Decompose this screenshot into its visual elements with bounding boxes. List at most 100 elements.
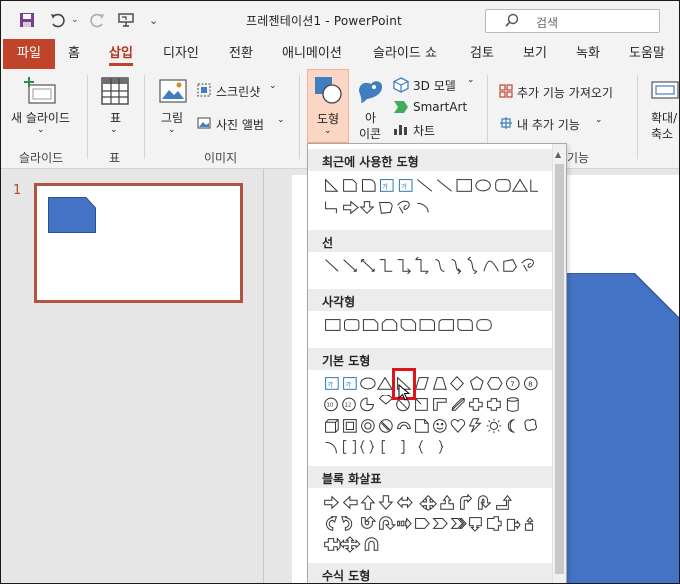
3d-model-icon[interactable]	[393, 77, 409, 96]
chevron-down-icon[interactable]: ⌄	[168, 125, 176, 135]
photo-album-icon[interactable]	[197, 116, 211, 133]
tab-help[interactable]: 도움말	[629, 39, 665, 69]
group-label-images: 이미지	[204, 151, 238, 165]
svg-text:10: 10	[327, 403, 334, 409]
zoom-label-line2[interactable]: 축소	[651, 125, 673, 142]
cursor-icon	[398, 384, 411, 401]
tab-insert[interactable]: 삽입	[109, 39, 133, 69]
chevron-down-icon[interactable]: ⌄	[595, 115, 603, 125]
tab-home[interactable]: 홈	[68, 39, 80, 69]
new-slide-button[interactable]: 새 슬라이드	[11, 109, 70, 126]
chevron-down-icon[interactable]: ⌄	[269, 81, 277, 91]
window-title: 프레젠테이션1 - PowerPoint	[246, 14, 402, 28]
search-box[interactable]: 검색	[485, 9, 660, 33]
shapes-gallery: 최근에 사용한 도형 가 가 선 사각형 기본 도형 가 가 7 8 10 12…	[307, 143, 567, 583]
chevron-down-icon[interactable]: ⌄	[277, 115, 285, 125]
ribbon-tabs: 파일 홈 삽입 디자인 전환 애니메이션 슬라이드 쇼 검토 보기 녹화 도움말	[1, 39, 679, 69]
tab-animations[interactable]: 애니메이션	[282, 39, 342, 69]
shape-row-lines[interactable]	[310, 256, 550, 274]
tab-review[interactable]: 검토	[470, 39, 494, 69]
undo-icon[interactable]	[49, 11, 67, 29]
category-label: 사각형	[322, 295, 356, 309]
category-label: 최근에 사용한 도형	[322, 155, 419, 169]
chevron-down-icon[interactable]: ⌄	[37, 125, 45, 135]
svg-text:가: 가	[382, 182, 388, 191]
smartart-icon[interactable]	[393, 100, 409, 117]
chart-button[interactable]: 차트	[413, 122, 435, 139]
slide-shape[interactable]	[564, 273, 680, 584]
group-label-addins: 기능	[567, 151, 590, 165]
svg-text:8: 8	[528, 380, 533, 389]
gallery-scrollbar[interactable]: ▲	[552, 144, 566, 583]
tab-view[interactable]: 보기	[523, 39, 547, 69]
shapes-button[interactable]: 도형 ⌄	[307, 69, 349, 143]
screenshot-button[interactable]: 스크린샷	[216, 83, 260, 100]
chevron-down-icon[interactable]: ⌄	[467, 75, 475, 85]
shape-row-arrows-3[interactable]	[310, 535, 550, 553]
slide-number: 1	[13, 183, 22, 198]
smartart-button[interactable]: SmartArt	[413, 100, 467, 114]
redo-icon[interactable]	[88, 11, 106, 29]
powerpoint-window: ⌄ ⌄ 프레젠테이션1 - PowerPoint 검색 파일 홈 삽입 디자인 …	[0, 0, 680, 584]
icons-icon[interactable]	[355, 75, 385, 108]
group-divider	[299, 75, 300, 159]
table-icon[interactable]	[101, 77, 129, 108]
customize-qat-icon[interactable]: ⌄	[149, 11, 158, 29]
tab-record[interactable]: 녹화	[576, 39, 600, 69]
photo-album-button[interactable]: 사진 앨범	[216, 116, 264, 133]
shape-row-basic-2[interactable]: 10 12	[310, 395, 550, 413]
tab-slideshow[interactable]: 슬라이드 쇼	[373, 39, 437, 69]
group-label-slides: 슬라이드	[19, 151, 64, 165]
icons-label-line2[interactable]: 이콘	[359, 125, 381, 142]
slide-thumbnail-pane: 1	[1, 169, 263, 583]
store-icon[interactable]	[499, 84, 513, 101]
picture-icon[interactable]	[159, 79, 187, 106]
category-label: 블록 화살표	[322, 472, 382, 486]
scroll-thumb[interactable]	[555, 164, 564, 574]
shapes-label: 도형	[317, 112, 340, 126]
group-divider	[144, 75, 145, 159]
shape-row-basic-1[interactable]: 가 가 7 8	[310, 374, 550, 392]
zoom-label-line1[interactable]: 확대/	[651, 109, 677, 126]
title-bar: ⌄ ⌄ 프레젠테이션1 - PowerPoint 검색	[1, 1, 679, 39]
shape-row-arrows-2[interactable]	[310, 514, 550, 532]
screenshot-icon[interactable]	[197, 83, 211, 100]
tab-file[interactable]: 파일	[3, 39, 55, 69]
3d-model-button[interactable]: 3D 모델	[413, 77, 456, 94]
presentation-start-icon[interactable]	[118, 11, 134, 29]
svg-text:12: 12	[345, 403, 352, 409]
undo-dropdown-icon[interactable]: ⌄	[71, 11, 79, 29]
svg-text:가: 가	[327, 380, 333, 389]
search-icon	[505, 13, 519, 27]
save-icon[interactable]	[19, 11, 35, 29]
shapes-icon	[315, 77, 342, 104]
my-addins-button[interactable]: 내 추가 기능	[517, 116, 580, 133]
svg-text:가: 가	[345, 380, 351, 389]
get-addins-button[interactable]: 추가 기능 가져오기	[517, 84, 613, 101]
shape-row-arrows-1[interactable]	[310, 493, 550, 511]
shape-row-basic-4[interactable]	[310, 437, 550, 455]
tab-design[interactable]: 디자인	[163, 39, 199, 69]
category-header-basic: 기본 도형	[308, 348, 552, 370]
scroll-up-icon[interactable]: ▲	[555, 150, 561, 159]
picture-button[interactable]: 그림	[161, 109, 183, 126]
slide-thumbnail-1[interactable]	[34, 183, 243, 303]
category-header-block-arrows: 블록 화살표	[308, 466, 552, 488]
my-addins-icon[interactable]	[499, 116, 513, 133]
chevron-down-icon[interactable]: ⌄	[110, 125, 118, 135]
new-slide-icon[interactable]	[23, 77, 59, 108]
table-button[interactable]: 표	[110, 109, 121, 126]
shape-row-recent-1[interactable]: 가 가	[310, 176, 550, 194]
shape-row-recent-2[interactable]	[310, 198, 550, 216]
tab-transitions[interactable]: 전환	[229, 39, 253, 69]
category-header-equation: 수식 도형	[308, 563, 552, 583]
icons-label-line1[interactable]: 아	[365, 109, 376, 126]
category-header-recent: 최근에 사용한 도형	[308, 149, 552, 171]
group-divider	[637, 75, 638, 159]
chart-icon[interactable]	[393, 122, 409, 139]
category-header-lines: 선	[308, 230, 552, 252]
shape-row-rectangles[interactable]	[310, 316, 550, 334]
group-label-tables: 표	[109, 151, 121, 165]
zoom-icon[interactable]	[651, 79, 679, 104]
shape-row-basic-3[interactable]	[310, 416, 550, 434]
